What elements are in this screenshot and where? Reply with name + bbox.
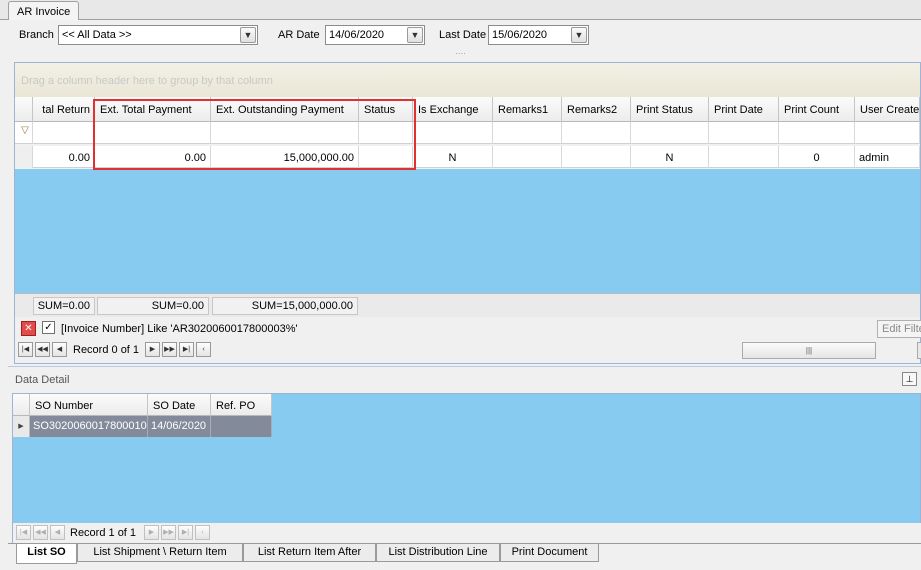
cell-total-return[interactable]: 0.00: [33, 146, 95, 168]
detail-tabs: List SO List Shipment \ Return Item List…: [8, 543, 921, 564]
detail-record-navigator: |◀ ◀◀ ◀ Record 1 of 1 ▶ ▶▶ ▶| ‹: [13, 523, 921, 544]
detail-panel-title: Data Detail: [15, 374, 70, 386]
sum-total-return: SUM=0.00: [33, 297, 95, 315]
cell-so-number[interactable]: SO3020060017800010: [30, 416, 148, 437]
horizontal-scrollbar-thumb[interactable]: |||: [742, 342, 876, 359]
column-header[interactable]: Ref. PO: [211, 394, 272, 416]
column-header[interactable]: User Create: [855, 97, 920, 122]
last-date-picker[interactable]: 15/06/2020 ▼: [488, 25, 589, 45]
filter-panel: ✕ ✓ [Invoice Number] Like 'AR30200600178…: [15, 318, 921, 340]
filter-cell[interactable]: [33, 122, 95, 144]
tab-ar-invoice[interactable]: AR Invoice: [8, 1, 80, 21]
highlight-box: [93, 99, 416, 170]
pin-icon[interactable]: ⊥: [902, 372, 917, 386]
tab-list-return-item-after[interactable]: List Return Item After: [243, 544, 376, 562]
column-header[interactable]: SO Number: [30, 394, 148, 416]
filter-indicator-cell: ▽: [15, 122, 33, 144]
grid-empty-area: [15, 169, 920, 293]
cell-user-create[interactable]: admin: [855, 146, 920, 168]
chevron-down-icon[interactable]: ▼: [407, 27, 423, 43]
row-indicator-header: [15, 97, 33, 122]
record-counter: Record 1 of 1: [70, 527, 137, 539]
branch-value: << All Data >>: [62, 29, 132, 41]
cell-so-date[interactable]: 14/06/2020: [148, 416, 211, 437]
tab-print-document[interactable]: Print Document: [500, 544, 599, 562]
splitter-handle[interactable]: ····: [0, 50, 921, 58]
ar-date-label: AR Date: [278, 29, 320, 41]
filter-cell[interactable]: [709, 122, 779, 144]
filter-cell[interactable]: [779, 122, 855, 144]
tab-list-shipment-return-item[interactable]: List Shipment \ Return Item: [77, 544, 243, 562]
cell-print-date[interactable]: [709, 146, 779, 168]
column-header[interactable]: Print Status: [631, 97, 709, 122]
tab-list-so[interactable]: List SO: [16, 544, 77, 564]
cell-remarks1[interactable]: [493, 146, 562, 168]
sum-ext-outstanding-payment: SUM=15,000,000.00: [212, 297, 358, 315]
chevron-down-icon[interactable]: ▼: [240, 27, 256, 43]
record-navigator: |◀ ◀◀ ◀ Record 0 of 1 ▶ ▶▶ ▶| ‹ |||: [15, 340, 921, 362]
ar-date-value: 14/06/2020: [329, 29, 385, 41]
branch-combo[interactable]: << All Data >> ▼: [58, 25, 258, 45]
ar-date-picker[interactable]: 14/06/2020 ▼: [325, 25, 425, 45]
next-page-button[interactable]: ▶▶: [161, 525, 176, 540]
column-header[interactable]: tal Return: [33, 97, 95, 122]
horizontal-scrollbar-right[interactable]: [917, 342, 921, 359]
last-date-label: Last Date: [439, 29, 487, 41]
table-row[interactable]: SO3020060017800010 14/06/2020: [13, 416, 272, 437]
cell-is-exchange[interactable]: N: [413, 146, 493, 168]
summary-footer: SUM=0.00 SUM=0.00 SUM=15,000,000.00: [15, 293, 920, 317]
last-date-value: 15/06/2020: [492, 29, 548, 41]
column-header[interactable]: Is Exchange: [413, 97, 493, 122]
filter-cell[interactable]: [413, 122, 493, 144]
last-record-button[interactable]: ▶|: [179, 342, 194, 357]
row-indicator[interactable]: [15, 146, 33, 168]
scroll-left-button[interactable]: ‹: [195, 525, 210, 540]
group-by-area[interactable]: Drag a column header here to group by th…: [15, 63, 920, 97]
filter-cell[interactable]: [562, 122, 631, 144]
filter-bar: Branch << All Data >> ▼ AR Date 14/06/20…: [8, 20, 921, 52]
prev-record-button[interactable]: ◀: [50, 525, 65, 540]
filter-cell[interactable]: [855, 122, 920, 144]
first-record-button[interactable]: |◀: [18, 342, 33, 357]
filter-cell[interactable]: [631, 122, 709, 144]
close-icon[interactable]: ✕: [21, 321, 36, 336]
detail-grid-header: SO Number SO Date Ref. PO: [13, 394, 272, 416]
row-indicator-header: [13, 394, 30, 416]
record-counter: Record 0 of 1: [73, 344, 140, 356]
cell-print-status[interactable]: N: [631, 146, 709, 168]
last-record-button[interactable]: ▶|: [178, 525, 193, 540]
next-record-button[interactable]: ▶: [144, 525, 159, 540]
checkbox-icon[interactable]: ✓: [42, 321, 55, 334]
edit-filter-button[interactable]: Edit Filter: [877, 320, 921, 338]
first-record-button[interactable]: |◀: [16, 525, 31, 540]
scroll-left-button[interactable]: ‹: [196, 342, 211, 357]
sum-ext-total-payment: SUM=0.00: [97, 297, 209, 315]
cell-print-count[interactable]: 0: [779, 146, 855, 168]
filter-cell[interactable]: [493, 122, 562, 144]
column-header[interactable]: Print Count: [779, 97, 855, 122]
column-header[interactable]: Remarks1: [493, 97, 562, 122]
filter-expression[interactable]: [Invoice Number] Like 'AR302006001780000…: [61, 323, 298, 335]
prev-page-button[interactable]: ◀◀: [33, 525, 48, 540]
prev-record-button[interactable]: ◀: [52, 342, 67, 357]
next-page-button[interactable]: ▶▶: [162, 342, 177, 357]
detail-grid: SO Number SO Date Ref. PO ▶ SO3020060017…: [12, 393, 921, 544]
column-header[interactable]: Remarks2: [562, 97, 631, 122]
next-record-button[interactable]: ▶: [145, 342, 160, 357]
detail-panel-header: Data Detail ⊥: [8, 369, 921, 389]
filter-icon: ▽: [21, 125, 29, 136]
prev-page-button[interactable]: ◀◀: [35, 342, 50, 357]
column-header[interactable]: SO Date: [148, 394, 211, 416]
column-header[interactable]: Print Date: [709, 97, 779, 122]
branch-label: Branch: [19, 29, 54, 41]
document-tab-bar: AR Invoice: [0, 0, 921, 21]
cell-remarks2[interactable]: [562, 146, 631, 168]
tab-list-distribution-line[interactable]: List Distribution Line: [376, 544, 500, 562]
chevron-down-icon[interactable]: ▼: [571, 27, 587, 43]
cell-ref-po[interactable]: [211, 416, 272, 437]
